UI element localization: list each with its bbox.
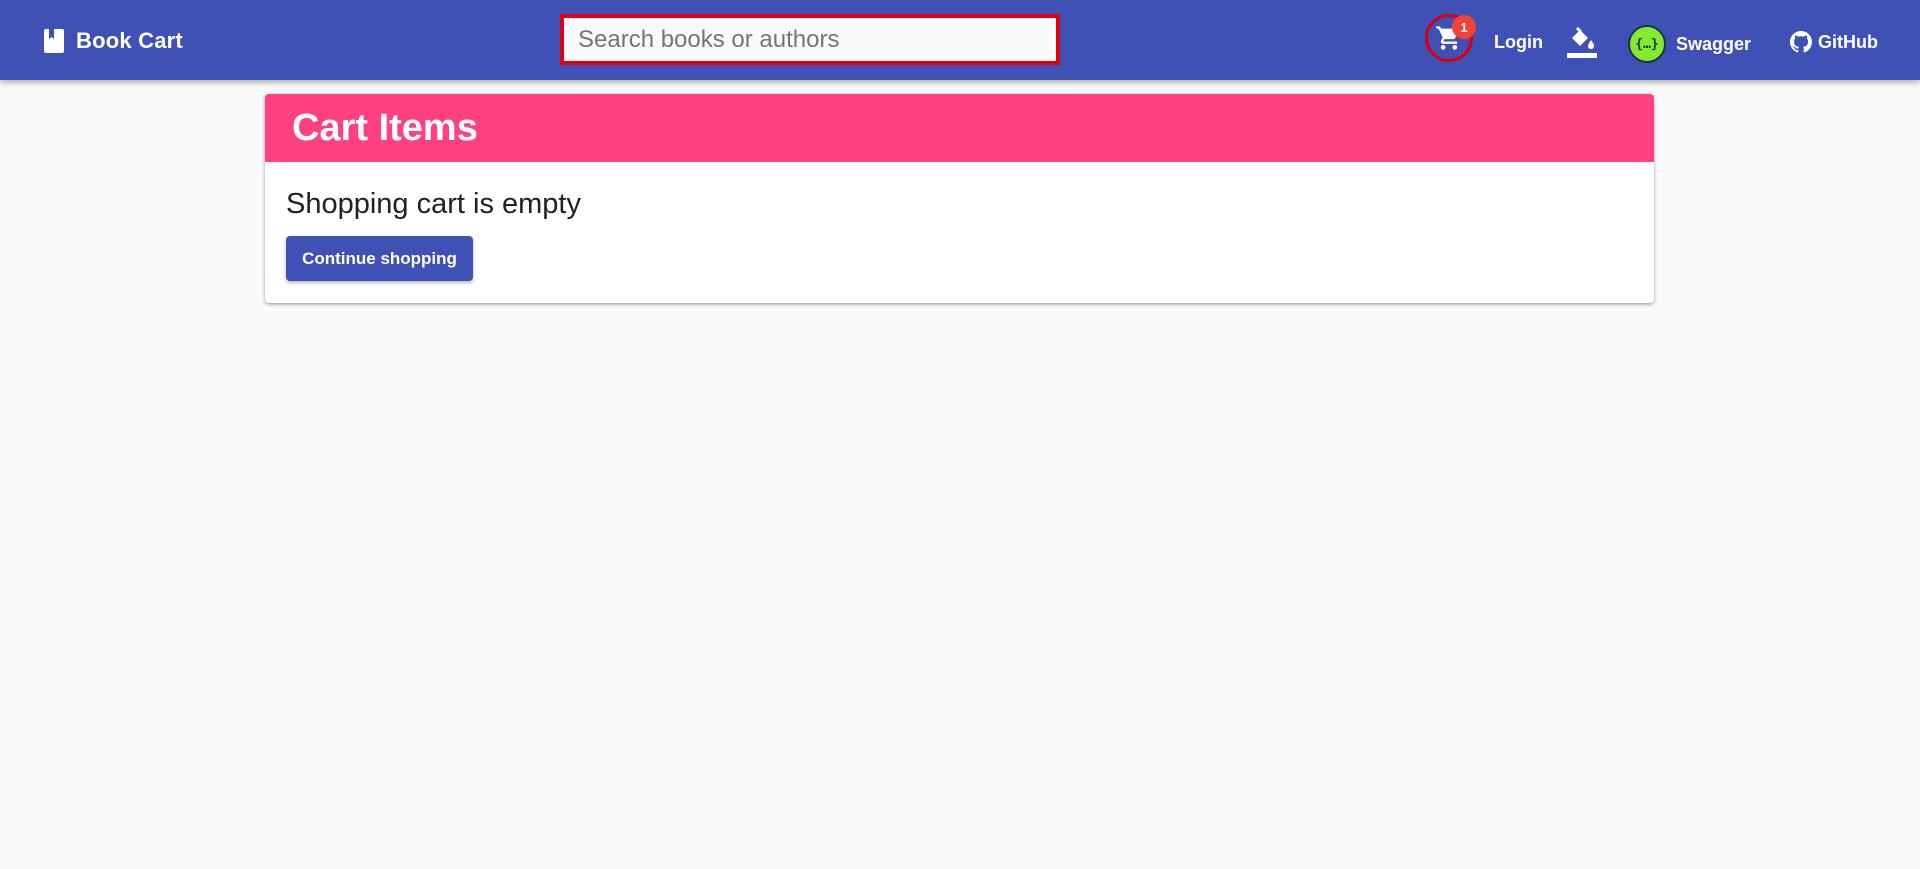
github-link[interactable]: GitHub [1790, 24, 1878, 60]
github-icon [1790, 31, 1812, 53]
swagger-label: Swagger [1676, 33, 1752, 54]
paint-bucket-icon [1567, 27, 1597, 58]
brand-link[interactable]: Book Cart [42, 26, 183, 56]
cart-card: Cart Items Shopping cart is empty Contin… [265, 94, 1654, 303]
swagger-logo-icon: {…} [1628, 25, 1666, 63]
brand-title: Book Cart [76, 28, 183, 53]
theme-picker-button[interactable] [1566, 26, 1598, 60]
cart-card-header: Cart Items [265, 94, 1654, 162]
cart-title: Cart Items [292, 106, 478, 149]
search-input[interactable] [564, 18, 1056, 61]
login-link[interactable]: Login [1494, 24, 1543, 60]
cart-count-badge: 1 [1452, 15, 1476, 39]
search-container [560, 14, 1060, 65]
swagger-link[interactable]: {…} Swagger [1628, 25, 1751, 63]
github-label: GitHub [1818, 31, 1878, 52]
login-label: Login [1494, 31, 1543, 52]
continue-shopping-button[interactable]: Continue shopping [286, 236, 473, 281]
top-toolbar: Book Cart 1 Login {…} Swagger GitHub [0, 0, 1920, 80]
book-icon [44, 29, 64, 53]
empty-cart-message: Shopping cart is empty [286, 188, 581, 220]
cart-card-body: Shopping cart is empty Continue shopping [265, 162, 1654, 281]
